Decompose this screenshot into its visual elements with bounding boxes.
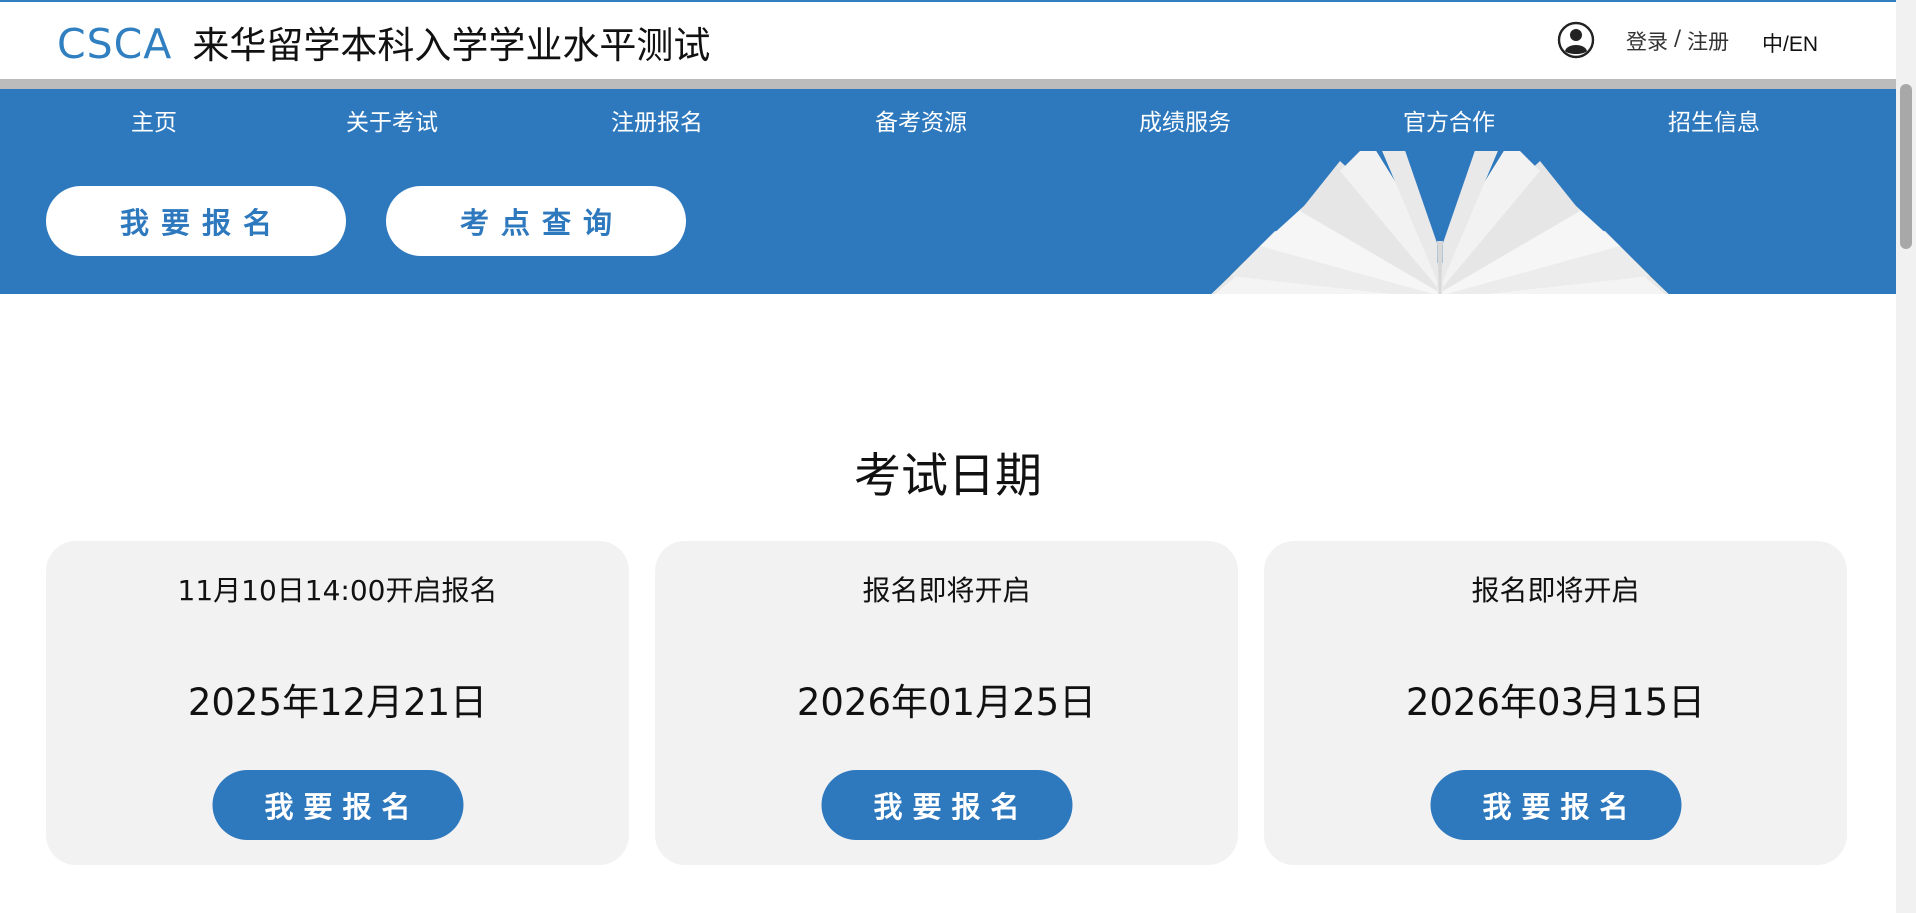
test-center-lookup-button[interactable]: 考点查询	[386, 186, 686, 256]
nav-item-score-services[interactable]: 成绩服务	[1139, 103, 1231, 137]
header-divider	[0, 79, 1896, 89]
exam-date-card: 报名即将开启 2026年01月25日 我要报名	[655, 541, 1238, 865]
card-register-button[interactable]: 我要报名	[1430, 770, 1681, 840]
registration-status: 报名即将开启	[1471, 574, 1640, 607]
hero-banner: 主页 关于考试 注册报名 备考资源 成绩服务 官方合作 招生信息 我要报名 考点…	[0, 89, 1896, 294]
exam-date: 2026年03月15日	[1405, 681, 1706, 724]
registration-status: 报名即将开启	[862, 574, 1031, 607]
brand-logo[interactable]: CSCA 来华留学本科入学学业水平测试	[57, 15, 710, 69]
exam-date: 2025年12月21日	[187, 681, 488, 724]
auth-separator: /	[1674, 26, 1682, 50]
open-book-icon	[1211, 151, 1669, 294]
brand-abbreviation: CSCA	[57, 20, 173, 68]
nav-item-home[interactable]: 主页	[131, 103, 177, 137]
scrollbar-thumb[interactable]	[1900, 84, 1912, 249]
exam-date-card: 11月10日14:00开启报名 2025年12月21日 我要报名	[46, 541, 629, 865]
nav-item-about-exam[interactable]: 关于考试	[346, 103, 438, 137]
nav-item-prep-resources[interactable]: 备考资源	[875, 103, 967, 137]
brand-name: 来华留学本科入学学业水平测试	[192, 24, 711, 67]
site-header: CSCA 来华留学本科入学学业水平测试 登录 / 注册 中/EN	[0, 2, 1896, 79]
page: CSCA 来华留学本科入学学业水平测试 登录 / 注册 中/EN 主页 关于考试…	[0, 0, 1896, 913]
card-register-button[interactable]: 我要报名	[212, 770, 463, 840]
card-register-button[interactable]: 我要报名	[821, 770, 1072, 840]
registration-status: 11月10日14:00开启报名	[177, 574, 498, 607]
register-link[interactable]: 注册	[1687, 26, 1729, 56]
exam-dates-title: 考试日期	[854, 449, 1042, 504]
exam-date: 2026年01月25日	[796, 681, 1097, 724]
nav-item-official-cooperation[interactable]: 官方合作	[1403, 103, 1495, 137]
register-now-button[interactable]: 我要报名	[46, 186, 346, 256]
vertical-scrollbar[interactable]	[1896, 0, 1916, 913]
login-link[interactable]: 登录	[1626, 26, 1668, 56]
nav-item-admissions-info[interactable]: 招生信息	[1668, 103, 1760, 137]
language-toggle[interactable]: 中/EN	[1762, 28, 1818, 58]
nav-item-registration[interactable]: 注册报名	[611, 103, 703, 137]
auth-links: 登录 / 注册	[1626, 26, 1729, 56]
exam-date-card: 报名即将开启 2026年03月15日 我要报名	[1264, 541, 1847, 865]
user-circle-icon[interactable]	[1557, 21, 1595, 59]
